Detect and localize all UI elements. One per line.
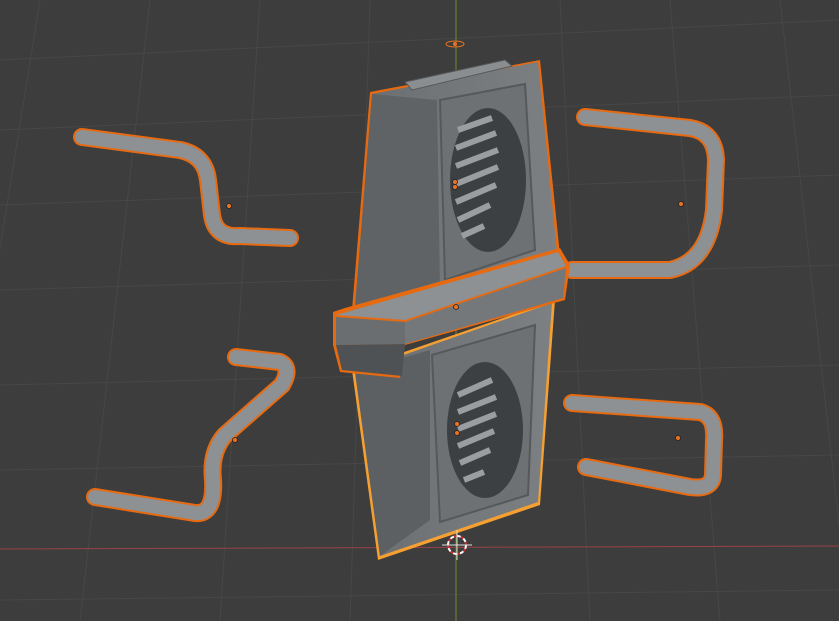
3d-viewport[interactable] — [0, 0, 839, 621]
handle-top-right — [563, 108, 725, 279]
x-axis-line — [0, 545, 839, 550]
viewport-canvas[interactable] — [0, 0, 839, 621]
light-gizmo-icon[interactable] — [445, 40, 465, 48]
handle-top-left — [73, 128, 299, 247]
handle-bottom-right — [563, 394, 724, 497]
